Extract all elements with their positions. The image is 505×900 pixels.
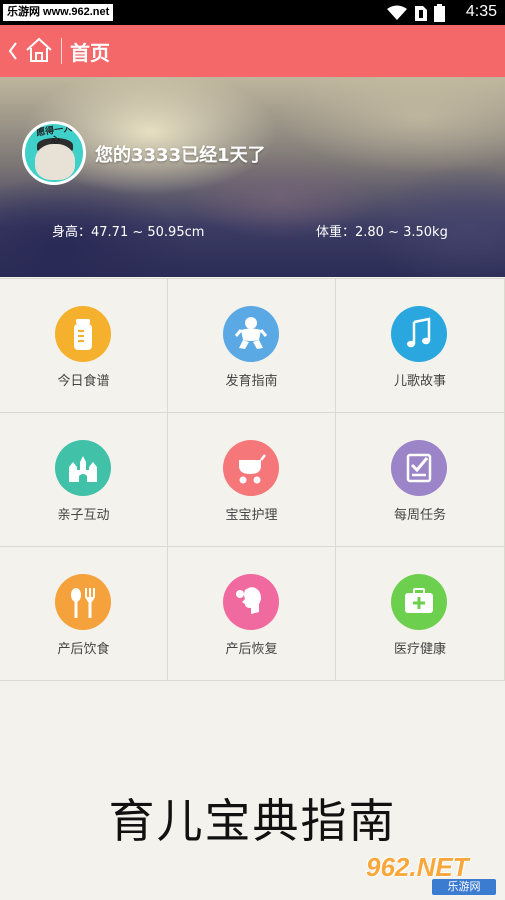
grid-item-medical[interactable]: 医疗健康 [336,547,505,681]
avatar-face [35,144,75,180]
logo-sub-text: 乐游网 [432,879,496,895]
grid-item-recipe[interactable]: 今日食谱 [0,279,168,413]
grid-item-label: 发育指南 [225,374,278,389]
grid-item-label: 产后饮食 [57,642,110,657]
grid-item-development[interactable]: 发育指南 [168,279,336,413]
grid-item-interaction[interactable]: 亲子互动 [0,413,168,547]
page-title: 首页 [70,41,110,65]
grid-item-weekly-tasks[interactable]: 每周任务 [336,413,505,547]
grid-item-postpartum-recovery[interactable]: 产后恢复 [168,547,336,681]
grid-item-label: 亲子互动 [57,508,110,523]
chevron-left-icon [8,42,17,60]
castle-icon [55,440,111,496]
feature-grid: 今日食谱 发育指南 儿歌故事 亲子互动 宝宝护理 每周任务 产后饮食 产后恢复 … [0,278,505,681]
baby-age-text: 您的3333已经1天了 [95,145,266,166]
weight-range-text: 体重：2.80 ~ 3.50kg [316,225,448,240]
grid-item-label: 宝宝护理 [225,508,278,523]
watermark-label: 乐游网 www.962.net [3,4,114,21]
grid-item-label: 每周任务 [393,508,446,523]
back-button[interactable] [6,39,20,63]
profile-banner: 愿得一人心 您的3333已经1天了 身高：47.71 ~ 50.95cm 体重：… [0,77,505,277]
site-logo: 962.NET 乐游网 [366,852,498,896]
stroller-icon [223,440,279,496]
grid-item-label: 产后恢复 [225,642,278,657]
home-button[interactable] [24,35,54,65]
grid-item-label: 医疗健康 [393,642,446,657]
grid-item-songs[interactable]: 儿歌故事 [336,279,505,413]
baby-icon [223,306,279,362]
guide-caption: 育儿宝典指南 [108,794,397,848]
checklist-icon [391,440,447,496]
avatar[interactable]: 愿得一人心 [22,121,86,185]
clock: 4:35 [465,3,497,20]
status-icons [386,4,445,26]
title-divider [61,38,62,64]
height-range-text: 身高：47.71 ~ 50.95cm [52,225,205,240]
grid-item-label: 儿歌故事 [393,374,446,389]
fork-spoon-icon [55,574,111,630]
woman-profile-icon [223,574,279,630]
grid-item-label: 今日食谱 [57,374,110,389]
title-bar: 首页 [0,25,505,77]
status-bar: 乐游网 www.962.net 4:35 [0,0,505,25]
grid-item-postpartum-diet[interactable]: 产后饮食 [0,547,168,681]
no-sim-icon [414,5,428,26]
music-note-icon [391,306,447,362]
baby-bottle-icon [55,306,111,362]
grid-item-care[interactable]: 宝宝护理 [168,413,336,547]
home-icon [26,37,52,62]
battery-icon [434,4,445,26]
medical-kit-icon [391,574,447,630]
wifi-icon [386,5,408,25]
